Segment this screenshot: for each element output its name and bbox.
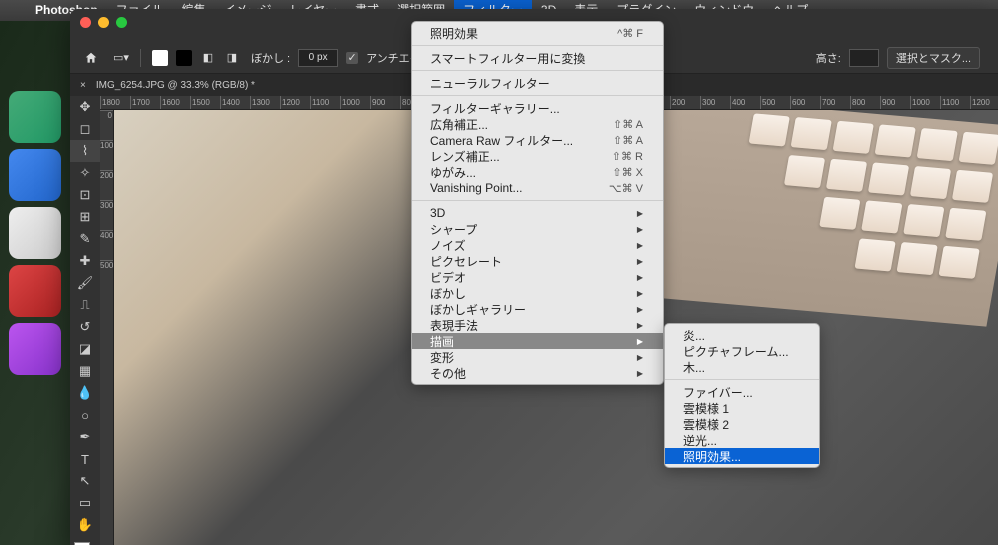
selection-subtract[interactable]: ◧ <box>197 47 219 69</box>
window-controls <box>80 17 127 28</box>
dock <box>0 91 70 375</box>
mi-sharpen[interactable]: シャープ <box>412 221 663 237</box>
mi-clouds1[interactable]: 雲模様 1 <box>665 400 819 416</box>
render-submenu: 炎... ピクチャフレーム... 木... ファイバー... 雲模様 1 雲模様… <box>664 323 820 468</box>
dock-app-5[interactable] <box>9 323 61 375</box>
frame-tool[interactable]: ⊞ <box>70 206 100 228</box>
mi-picture-frame[interactable]: ピクチャフレーム... <box>665 343 819 359</box>
home-icon[interactable] <box>80 47 102 69</box>
heal-tool[interactable]: ✚ <box>70 250 100 272</box>
dodge-tool[interactable]: ○ <box>70 404 100 426</box>
history-brush-tool[interactable]: ↺ <box>70 316 100 338</box>
height-field[interactable] <box>849 49 879 67</box>
mi-noise[interactable]: ノイズ <box>412 237 663 253</box>
mi-clouds2[interactable]: 雲模様 2 <box>665 416 819 432</box>
stamp-tool[interactable]: ⎍ <box>70 294 100 316</box>
blur-tool[interactable]: 💧 <box>70 382 100 404</box>
dock-app-4[interactable] <box>9 265 61 317</box>
color-swatches[interactable] <box>70 540 100 545</box>
selection-mode-group: ◧ ◨ <box>149 47 243 69</box>
close-button[interactable] <box>80 17 91 28</box>
eyedropper-tool[interactable]: ✎ <box>70 228 100 250</box>
mi-tree[interactable]: 木... <box>665 359 819 375</box>
dock-app-3[interactable] <box>9 207 61 259</box>
height-label: 高さ: <box>816 50 841 66</box>
mi-fiber[interactable]: ファイバー... <box>665 384 819 400</box>
minimize-button[interactable] <box>98 17 109 28</box>
dock-app-2[interactable] <box>9 149 61 201</box>
mi-lens-flare[interactable]: 逆光... <box>665 432 819 448</box>
mi-lighting-effects[interactable]: 照明効果... <box>665 448 819 464</box>
mi-distort[interactable]: 変形 <box>412 349 663 365</box>
mi-stylize[interactable]: 表現手法 <box>412 317 663 333</box>
mi-camera-raw[interactable]: Camera Raw フィルター...⇧⌘ A <box>412 132 663 148</box>
crop-tool[interactable]: ⊡ <box>70 184 100 206</box>
mi-render[interactable]: 描画 <box>412 333 663 349</box>
antialias-checkbox[interactable]: ✓ <box>346 52 358 64</box>
mi-smart-filter[interactable]: スマートフィルター用に変換 <box>412 50 663 66</box>
tool-preset[interactable]: ▭▾ <box>110 47 132 69</box>
eraser-tool[interactable]: ◪ <box>70 338 100 360</box>
gradient-tool[interactable]: ▦ <box>70 360 100 382</box>
blur-label: ぼかし : <box>251 50 290 66</box>
document-tab[interactable]: IMG_6254.JPG @ 33.3% (RGB/8) * <box>92 80 259 91</box>
marquee-tool[interactable]: ◻ <box>70 118 100 140</box>
mi-lens-correction[interactable]: レンズ補正...⇧⌘ R <box>412 148 663 164</box>
ruler-vertical: 0100200300400500 <box>100 110 114 545</box>
mi-wide-angle[interactable]: 広角補正...⇧⌘ A <box>412 116 663 132</box>
path-tool[interactable]: ↖ <box>70 470 100 492</box>
move-tool[interactable]: ✥ <box>70 96 100 118</box>
mi-pixelate[interactable]: ピクセレート <box>412 253 663 269</box>
mi-neural-filter[interactable]: ニューラルフィルター <box>412 75 663 91</box>
zoom-button[interactable] <box>116 17 127 28</box>
mi-liquify[interactable]: ゆがみ...⇧⌘ X <box>412 164 663 180</box>
selection-add[interactable] <box>173 47 195 69</box>
blur-field[interactable]: 0 px <box>298 49 338 67</box>
mi-last-filter[interactable]: 照明効果^⌘ F <box>412 25 663 41</box>
wand-tool[interactable]: ✧ <box>70 162 100 184</box>
mi-vanishing-point[interactable]: Vanishing Point...⌥⌘ V <box>412 180 663 196</box>
dock-app-1[interactable] <box>9 91 61 143</box>
selection-intersect[interactable]: ◨ <box>221 47 243 69</box>
mi-video[interactable]: ビデオ <box>412 269 663 285</box>
shape-tool[interactable]: ▭ <box>70 492 100 514</box>
tools-panel: ✥ ◻ ⌇ ✧ ⊡ ⊞ ✎ ✚ 🖌 ⎍ ↺ ◪ ▦ 💧 ○ ✒ T ↖ ▭ ✋ <box>70 96 100 545</box>
select-and-mask-button[interactable]: 選択とマスク... <box>887 47 980 69</box>
hand-tool[interactable]: ✋ <box>70 514 100 536</box>
mi-other[interactable]: その他 <box>412 365 663 381</box>
lasso-tool[interactable]: ⌇ <box>70 140 100 162</box>
filter-menu-dropdown: 照明効果^⌘ F スマートフィルター用に変換 ニューラルフィルター フィルターギ… <box>411 21 664 385</box>
mi-filter-gallery[interactable]: フィルターギャラリー... <box>412 100 663 116</box>
tab-close-icon[interactable]: × <box>80 80 86 91</box>
selection-new[interactable] <box>149 47 171 69</box>
mi-blur[interactable]: ぼかし <box>412 285 663 301</box>
mi-3d[interactable]: 3D <box>412 205 663 221</box>
pen-tool[interactable]: ✒ <box>70 426 100 448</box>
mi-flame[interactable]: 炎... <box>665 327 819 343</box>
mi-blur-gallery[interactable]: ぼかしギャラリー <box>412 301 663 317</box>
brush-tool[interactable]: 🖌 <box>70 272 100 294</box>
type-tool[interactable]: T <box>70 448 100 470</box>
